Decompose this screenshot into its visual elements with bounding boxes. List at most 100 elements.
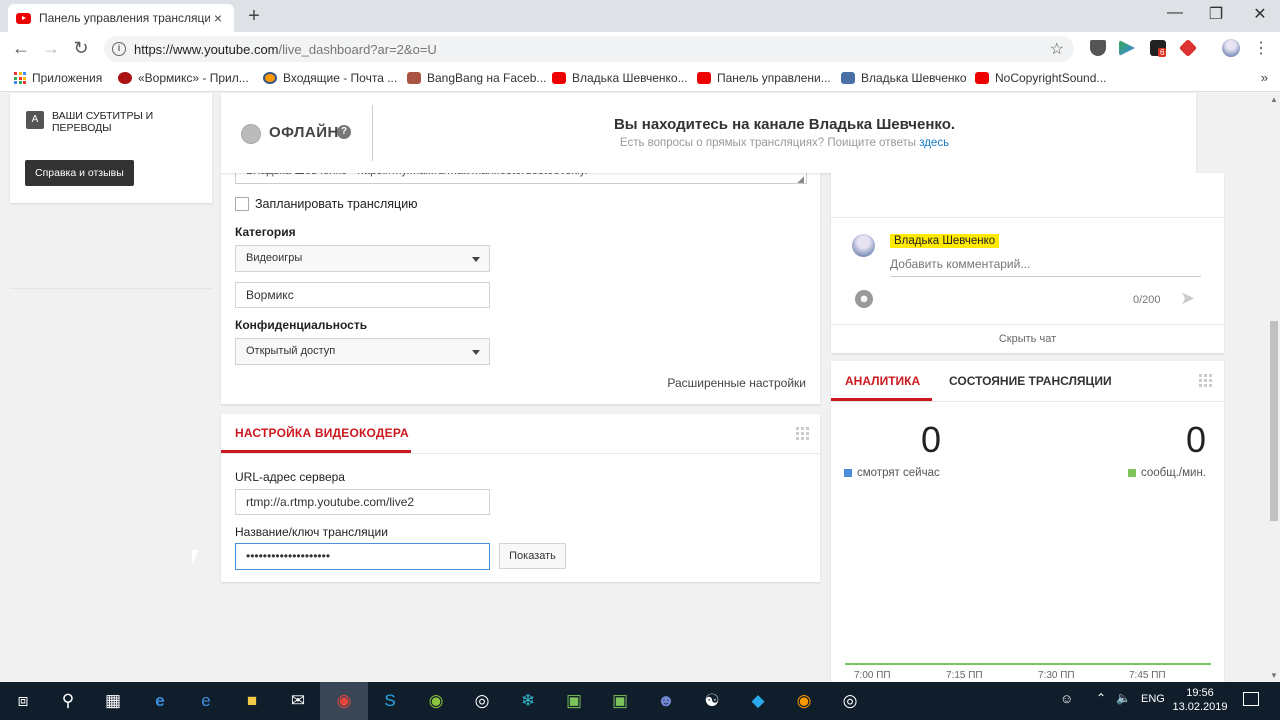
server-url-field[interactable]: rtmp://a.rtmp.youtube.com/live2 — [235, 489, 490, 515]
viewers-legend: смотрят сейчас — [844, 467, 940, 479]
app-icon[interactable]: ▣ — [563, 691, 585, 711]
translate-icon: A — [26, 111, 44, 129]
app-icon[interactable]: ◉ — [793, 691, 815, 711]
more-bookmarks-button[interactable]: » — [1261, 70, 1268, 85]
time-tick: 7:30 ПП — [1038, 670, 1075, 681]
windows-start-icon[interactable]: ⧈ — [12, 691, 34, 711]
tab-close-button[interactable]: × — [210, 10, 226, 26]
minimize-icon[interactable]: — — [1163, 4, 1187, 22]
help-icon[interactable]: ? — [337, 125, 351, 139]
back-icon[interactable]: ← — [10, 38, 32, 59]
close-window-icon[interactable]: ✕ — [1248, 4, 1272, 24]
show-hidden-icons-icon[interactable]: ⌃ — [1096, 691, 1106, 705]
bookmark-dashboard[interactable]: Панель управлени... — [697, 71, 831, 85]
chart-baseline — [845, 663, 1211, 665]
avatar — [852, 234, 875, 257]
help-feedback-button[interactable]: Справка и отзывы — [25, 160, 134, 186]
privacy-value: Открытый доступ — [246, 345, 336, 357]
schedule-option[interactable]: Запланировать трансляцию — [235, 197, 418, 211]
skype-icon[interactable]: S — [379, 691, 401, 711]
task-view-icon[interactable]: ▦ — [102, 691, 124, 711]
bookmark-mail[interactable]: Входящие - Почта ... — [263, 71, 397, 85]
advanced-settings-link[interactable]: Расширенные настройки — [667, 376, 806, 390]
send-icon[interactable]: ➤ — [1180, 288, 1195, 309]
resize-handle-icon[interactable]: ◢ — [797, 175, 804, 184]
profile-avatar[interactable] — [1222, 39, 1240, 57]
time-tick: 7:00 ПП — [854, 670, 891, 681]
browser-menu-icon[interactable]: ⋮ — [1250, 38, 1272, 58]
time-tick: 7:45 ПП — [1129, 670, 1166, 681]
app-icon[interactable]: ◎ — [471, 691, 493, 711]
show-key-button[interactable]: Показать — [499, 543, 566, 569]
channel-message: Вы находитесь на канале Владька Шевченко… — [613, 116, 956, 133]
bookmark-label: Входящие - Почта ... — [283, 71, 398, 85]
messages-per-minute-value: 0 — [1186, 419, 1207, 460]
reload-icon[interactable]: ↻ — [70, 38, 92, 59]
new-tab-button[interactable]: + — [244, 5, 264, 28]
wormix-icon — [118, 72, 132, 84]
bookmark-wormix[interactable]: «Вормикс» - Прил... — [118, 71, 249, 85]
page-content: A ВАШИ СУБТИТРЫ И ПЕРЕВОДЫ Справка и отз… — [0, 93, 1268, 682]
forward-icon[interactable]: → — [40, 38, 62, 59]
discord-icon[interactable]: ☻ — [655, 691, 677, 711]
internet-explorer-icon[interactable]: e — [195, 691, 217, 711]
bookmark-nocopyright[interactable]: NoCopyrightSound... — [975, 71, 1106, 85]
search-icon[interactable]: ⚲ — [57, 691, 79, 711]
bookmark-apps[interactable]: Приложения — [14, 71, 102, 85]
bookmark-bangbang[interactable]: BangBang на Faceb... — [407, 71, 546, 85]
red-extension-icon[interactable] — [1178, 38, 1198, 58]
shield-extension-icon[interactable] — [1090, 40, 1106, 56]
stream-key-field[interactable]: •••••••••••••••••••• — [235, 543, 490, 570]
obs-icon[interactable]: ◎ — [839, 691, 861, 711]
url-path: /live_dashboard?ar=2&o=U — [278, 41, 437, 57]
file-explorer-icon[interactable]: ■ — [241, 691, 263, 711]
extension-badge: 6 — [1158, 48, 1167, 57]
notifications-icon[interactable] — [1243, 692, 1259, 706]
page-scrollbar[interactable]: ▲ ▼ — [1268, 93, 1280, 682]
faq-link[interactable]: здесь — [919, 137, 949, 149]
windows-taskbar: ⧈ ⚲ ▦ e e ■ ✉ ◉ S ◉ ◎ ❄ ▣ ▣ ☻ ☯ ◆ ◉ ◎ ☺ … — [0, 682, 1280, 720]
category-select[interactable]: Видеоигры — [235, 245, 490, 272]
app-icon[interactable]: ◉ — [425, 691, 447, 711]
mail-app-icon[interactable]: ✉ — [287, 691, 309, 711]
app-icon[interactable]: ◆ — [747, 691, 769, 711]
bookmark-label: Приложения — [32, 71, 103, 85]
system-clock[interactable]: 19:56 13.02.2019 — [1170, 686, 1230, 714]
bookmark-star-icon[interactable]: ☆ — [1050, 39, 1064, 59]
app-icon[interactable]: ▣ — [609, 691, 631, 711]
scroll-thumb[interactable] — [1270, 321, 1278, 521]
schedule-label: Запланировать трансляцию — [255, 197, 418, 211]
url-host: https://www.youtube.com — [134, 41, 279, 57]
bookmark-channel-video[interactable]: Владька Шевченко — [841, 71, 967, 85]
game-title-input[interactable]: Вормикс — [235, 282, 490, 308]
privacy-select[interactable]: Открытый доступ — [235, 338, 490, 365]
scroll-up-icon[interactable]: ▲ — [1270, 95, 1278, 104]
chrome-icon[interactable]: ◉ — [320, 682, 368, 720]
tab-stream-health[interactable]: СОСТОЯНИЕ ТРАНСЛЯЦИИ — [949, 374, 1112, 388]
play-extension-icon[interactable] — [1119, 40, 1135, 56]
extension-icon[interactable]: 6 — [1150, 40, 1167, 57]
browser-tab[interactable]: Панель управления трансляци × — [8, 4, 234, 32]
hide-chat-button[interactable]: Скрыть чат — [831, 333, 1224, 345]
encoder-tab[interactable]: НАСТРОЙКА ВИДЕОКОДЕРА — [235, 426, 409, 440]
people-icon[interactable]: ☺ — [1060, 691, 1073, 706]
schedule-checkbox[interactable] — [235, 197, 249, 211]
drag-handle-icon[interactable] — [1199, 374, 1212, 387]
emoji-icon[interactable]: ☻ — [855, 290, 873, 308]
chat-comment-input[interactable]: Добавить комментарий... — [890, 257, 1201, 277]
app-icon[interactable]: ❄ — [517, 691, 539, 711]
subtitles-link[interactable]: ВАШИ СУБТИТРЫ И ПЕРЕВОДЫ — [52, 110, 202, 134]
site-info-icon[interactable]: i — [112, 42, 126, 56]
address-bar[interactable]: i https://www.youtube.com/live_dashboard… — [104, 36, 1074, 62]
drag-handle-icon[interactable] — [796, 427, 809, 440]
bookmark-channel[interactable]: Владька Шевченко... — [552, 71, 688, 85]
app-icon[interactable]: ☯ — [701, 691, 723, 711]
scroll-down-icon[interactable]: ▼ — [1270, 671, 1278, 680]
tab-analytics[interactable]: АНАЛИТИКА — [845, 374, 920, 388]
language-indicator[interactable]: ENG — [1141, 693, 1165, 705]
volume-icon[interactable]: 🔈 — [1116, 691, 1131, 705]
divider — [831, 401, 1224, 402]
restore-icon[interactable]: ❐ — [1204, 4, 1228, 24]
edge-icon[interactable]: e — [149, 691, 171, 711]
divider — [831, 324, 1224, 325]
